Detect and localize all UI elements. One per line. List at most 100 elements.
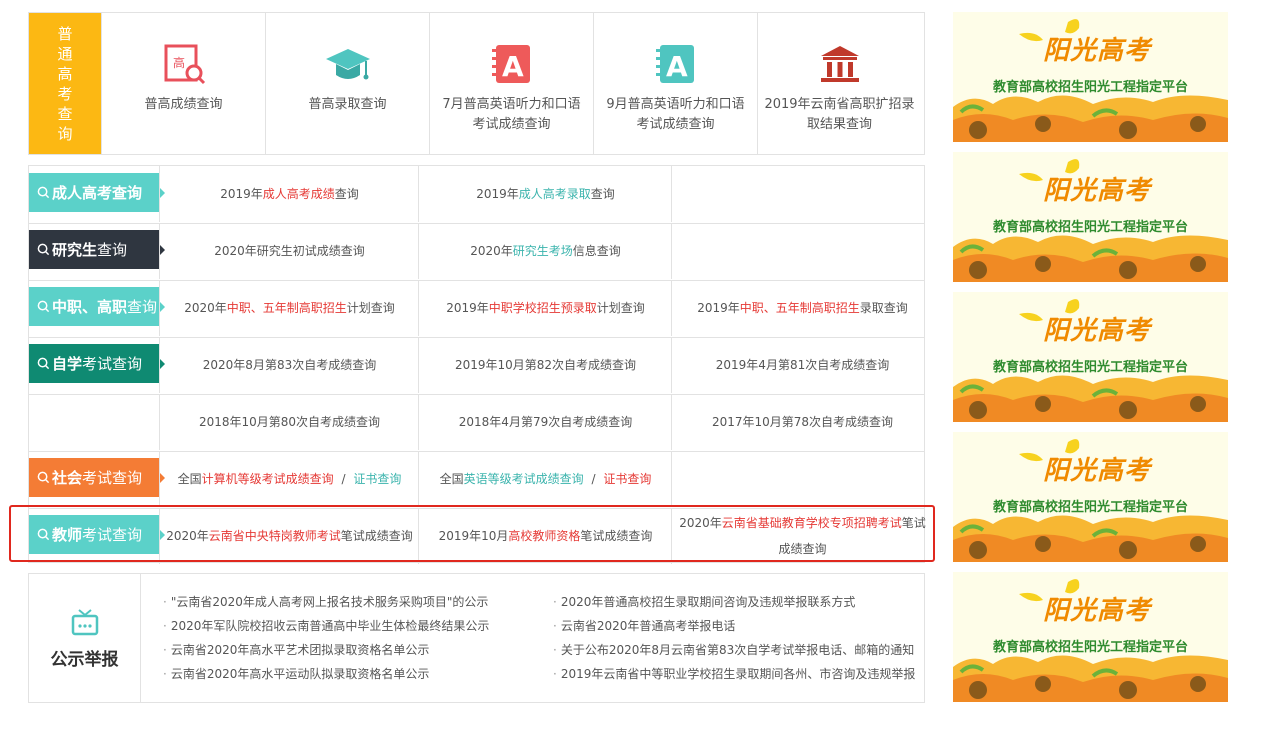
query-text: 计划查询 [596,301,645,315]
query-text: 2019年4月第81次自考成绩查询 [715,358,890,372]
query-text: 查询 [334,187,359,201]
sunshine-gaokao-banner[interactable]: 阳光高考 教育部高校招生阳光工程指定平台 [953,572,1228,702]
query-cell-text: 2017年10月第78次自考成绩查询 [712,409,893,435]
query-general-admission[interactable]: 普高录取查询 [265,13,429,154]
empty-cell [671,451,933,507]
query-cell[interactable]: 2019年中职学校招生预录取计划查询 [418,280,672,336]
query-text: 2019年 [220,187,263,201]
general-exam-query-panel: 普通高考查询 高 普高成绩查询 普高录取查询 A 7月普高英语听力和口语考试成绩… [28,12,925,155]
query-cell[interactable]: 2019年中职、五年制高职招生录取查询 [671,280,933,336]
banner-title: 阳光高考 [1043,316,1152,346]
query-cell[interactable]: 全国计算机等级考试成绩查询 / 证书查询 [159,451,419,507]
query-row: 中职、高职 查询 2020年中职、五年制高职招生计划查询 2019年中职学校招生预录取… [29,280,924,338]
query-link[interactable]: 成人高考成绩 [263,187,335,201]
query-text: 2020年 [470,244,513,258]
category-tag[interactable]: 成人高考查询 [29,173,165,212]
query-label: 普高成绩查询 [144,97,223,112]
query-text: 2019年10月第82次自考成绩查询 [454,358,637,372]
query-cell-text: 2020年中职、五年制高职招生计划查询 [184,295,395,321]
general-exam-side-label: 普通高考查询 [29,13,101,154]
banner-subtitle: 教育部高校招生阳光工程指定平台 [992,360,1188,375]
search-icon [37,357,50,370]
query-cell[interactable]: 全国英语等级考试成绩查询 / 证书查询 [418,451,672,507]
sunshine-gaokao-banner[interactable]: 阳光高考教育部高校招生阳光工程指定平台 [953,292,1228,422]
notice-link[interactable]: 2020年普通高校招生录取期间咨询及违规举报联系方式 [553,593,856,610]
query-cell[interactable]: 2017年10月第78次自考成绩查询 [671,394,933,450]
query-cell-text: 2020年8月第83次自考成绩查询 [203,352,376,378]
banner-subtitle: 教育部高校招生阳光工程指定平台 [992,80,1188,95]
category-tag-bold: 中职、高职 [52,298,128,316]
sunshine-gaokao-banner[interactable]: 阳光高考教育部高校招生阳光工程指定平台 [953,152,1228,282]
banner-subtitle: 教育部高校招生阳光工程指定平台 [992,640,1188,655]
notice-link[interactable]: 关于公布2020年8月云南省第83次自学考试举报电话、邮箱的通知 [553,641,914,658]
query-label: 2019年云南省高职扩招录取结果查询 [764,97,915,132]
query-cell[interactable]: 2020年8月第83次自考成绩查询 [159,337,419,393]
query-vocational-expansion[interactable]: 2019年云南省高职扩招录取结果查询 [757,13,921,154]
side-label-char: 通 [57,44,73,63]
query-link[interactable]: 成人高考录取 [519,187,591,201]
search-icon [37,186,50,199]
notice-link[interactable]: 2020年军队院校招收云南普通高中毕业生体检最终结果公示 [163,617,490,634]
query-link[interactable]: 证书查询 [353,472,401,486]
institution-building-icon [820,46,859,82]
query-cell[interactable]: 2019年4月第81次自考成绩查询 [671,337,933,393]
query-cell[interactable]: 2020年中职、五年制高职招生计划查询 [159,280,419,336]
query-cell-text: 2019年4月第81次自考成绩查询 [716,352,889,378]
empty-cell [671,223,933,279]
category-tag[interactable]: 自学 考试查询 [29,344,165,383]
query-row: 社会 考试查询 全国计算机等级考试成绩查询 / 证书查询 全国英语等级考试成绩查询 /… [29,451,924,509]
category-tag-rest: 考试查询 [82,355,143,373]
query-link[interactable]: 中职、五年制高职招生 [227,301,347,315]
query-september-english-oral[interactable]: A 9月普高英语听力和口语考试成绩查询 [593,13,757,154]
notice-title: 公示举报 [50,649,119,670]
notice-link[interactable]: "云南省2020年成人高考网上报名技术服务采购项目"的公示 [163,593,489,610]
query-cell[interactable]: 2019年成人高考成绩查询 [159,166,419,222]
query-cell-text: 2019年中职学校招生预录取计划查询 [446,295,645,321]
query-general-score[interactable]: 高 普高成绩查询 [101,13,265,154]
query-text: 信息查询 [572,244,621,258]
search-icon [37,300,50,313]
sunshine-gaokao-banner[interactable]: 阳光高考 教育部高校招生阳光工程指定平台 [953,12,1228,142]
side-label-char: 普 [57,24,73,43]
category-tag[interactable]: 社会 考试查询 [29,458,165,497]
query-july-english-oral[interactable]: A 7月普高英语听力和口语考试成绩查询 [429,13,593,154]
query-row: 2018年10月第80次自考成绩查询 2018年4月第79次自考成绩查询 2017年… [29,394,924,452]
query-cell[interactable]: 2019年10月第82次自考成绩查询 [418,337,672,393]
query-cell[interactable]: 2018年10月第80次自考成绩查询 [159,394,419,450]
query-link[interactable]: 中职、五年制高职招生 [740,301,860,315]
search-icon [37,471,50,484]
sunshine-gaokao-banner[interactable]: 阳光高考 教育部高校招生阳光工程指定平台 [953,432,1228,562]
query-cell[interactable]: 2018年4月第79次自考成绩查询 [418,394,672,450]
notice-board-icon [71,608,98,635]
query-text: 2020年8月第83次自考成绩查询 [202,358,377,372]
side-label-char: 考 [57,84,73,103]
svg-text:A: A [502,50,524,83]
banner-title: 阳光高考 [1043,176,1152,206]
category-tag[interactable]: 中职、高职 查询 [29,287,165,326]
query-cell[interactable]: 2020年研究生初试成绩查询 [159,223,419,279]
query-cell-text: 2019年成人高考录取查询 [476,181,615,207]
query-text: / [337,472,350,486]
notice-link[interactable]: 2019年云南省中等职业学校招生录取期间各州、市咨询及违规举报 [553,665,916,682]
query-cell[interactable]: 2020年研究生考场信息查询 [418,223,672,279]
query-cell-text: 2019年10月第82次自考成绩查询 [455,352,636,378]
query-link[interactable]: 证书查询 [603,472,651,486]
query-link[interactable]: 计算机等级考试成绩查询 [202,472,334,486]
category-tag[interactable]: 研究生 查询 [29,230,165,269]
notice-link[interactable]: 云南省2020年高水平运动队拟录取资格名单公示 [163,665,430,682]
query-link[interactable]: 中职学校招生预录取 [489,301,597,315]
query-link[interactable]: 英语等级考试成绩查询 [464,472,584,486]
notice-link[interactable]: 云南省2020年普通高考举报电话 [553,617,736,634]
query-cell-text: 2020年研究生考场信息查询 [470,238,621,264]
query-text: 2020年 [184,301,227,315]
query-row: 成人高考查询 2019年成人高考成绩查询 2019年成人高考录取查询 [29,166,924,224]
query-cell-text: 2018年4月第79次自考成绩查询 [459,409,632,435]
notice-link[interactable]: 云南省2020年高水平艺术团拟录取资格名单公示 [163,641,430,658]
query-link[interactable]: 研究生考场 [513,244,573,258]
banner-subtitle: 教育部高校招生阳光工程指定平台 [992,220,1188,235]
category-tag-rest: 查询 [97,241,128,259]
query-text: 全国 [177,472,202,486]
query-cell[interactable]: 2019年成人高考录取查询 [418,166,672,222]
query-text: 2018年4月第79次自考成绩查询 [458,415,633,429]
side-label-char: 询 [57,124,73,143]
